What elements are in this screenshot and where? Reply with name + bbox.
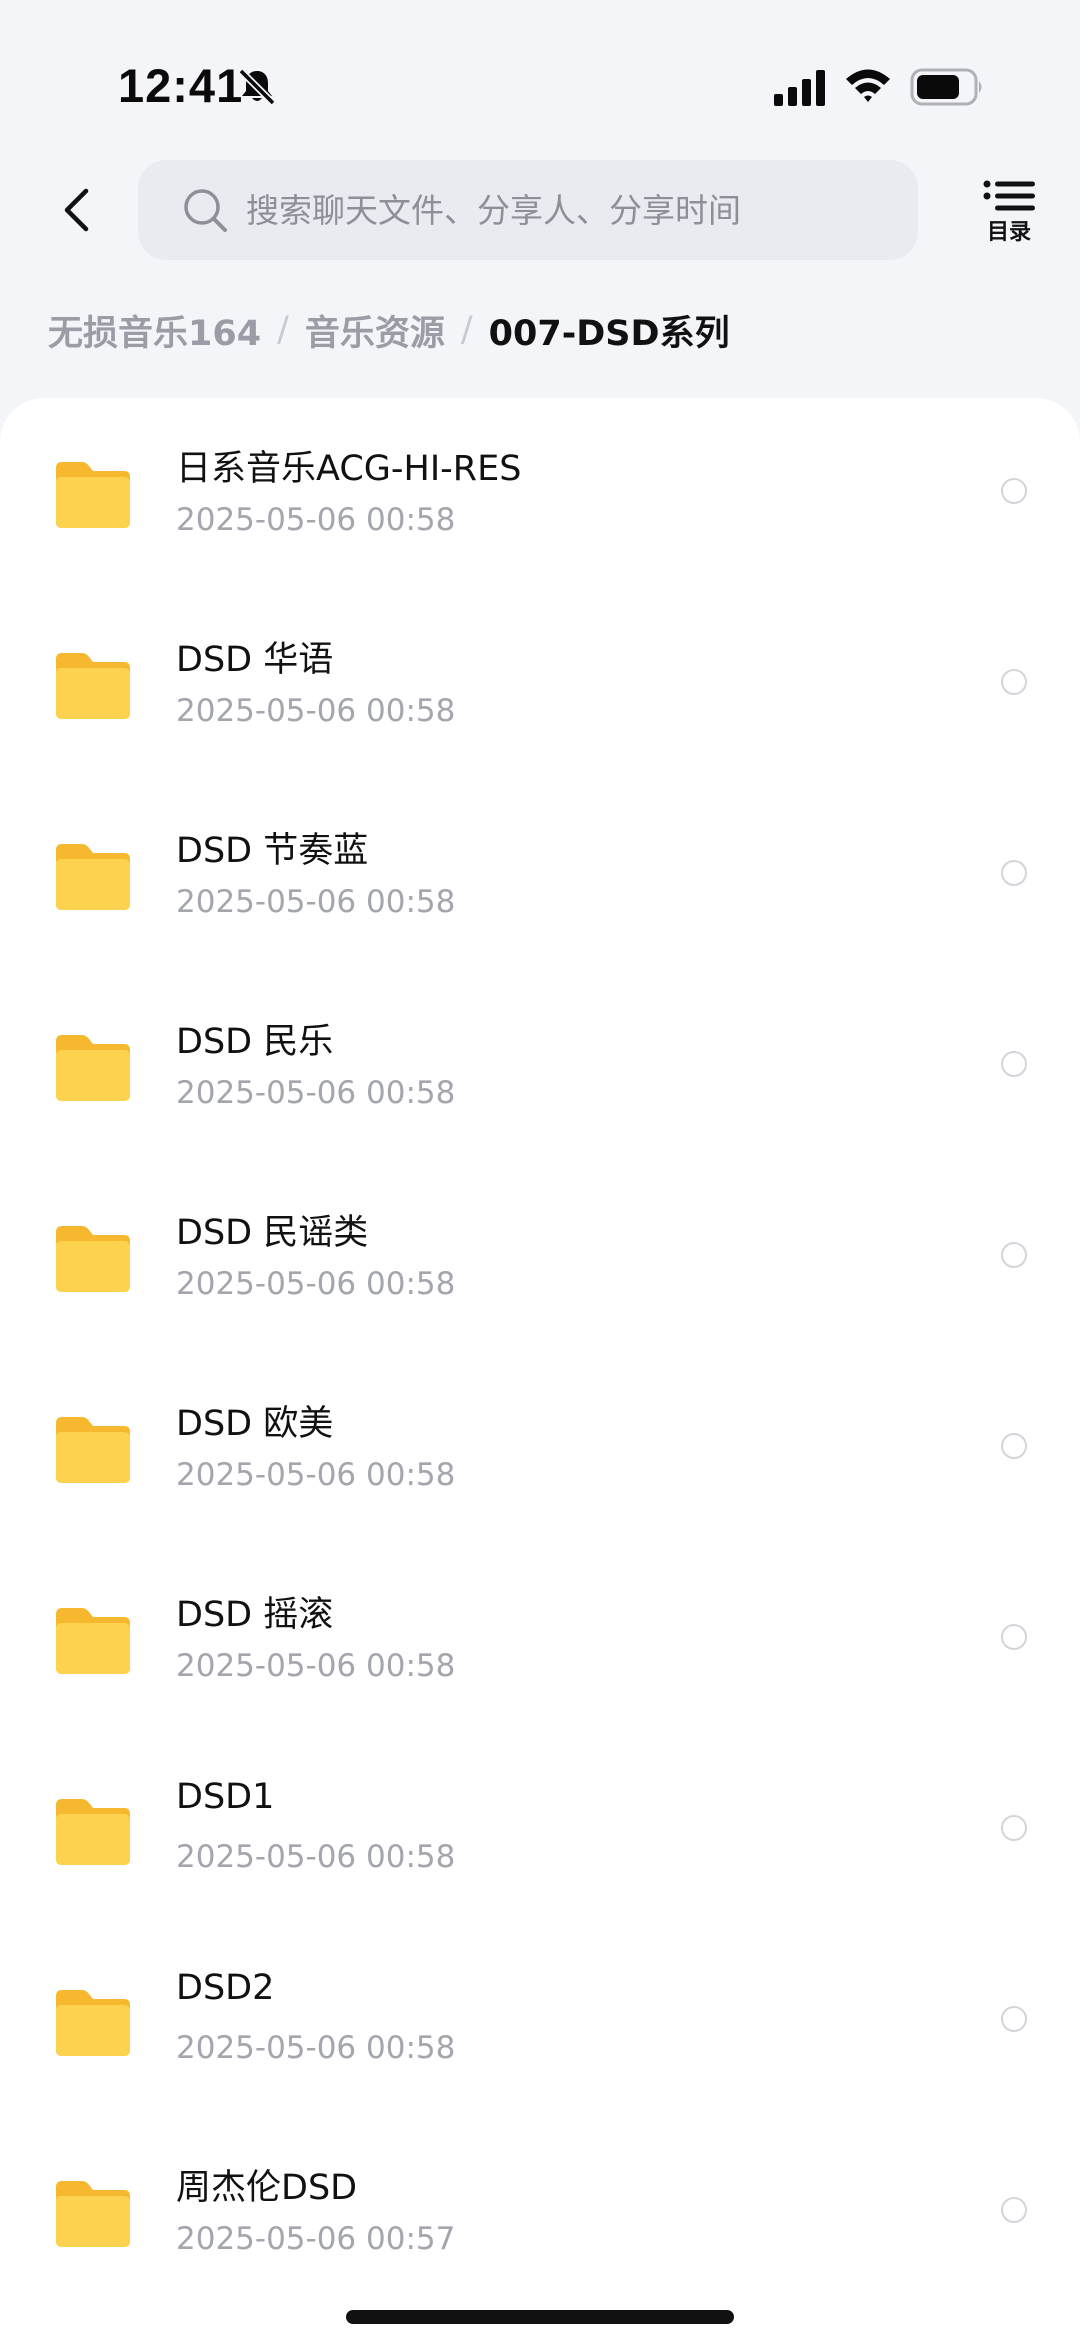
file-list: 日系音乐ACG-HI-RES 2025-05-06 00:58 DSD 华语 2… [0, 398, 1080, 2348]
file-date: 2025-05-06 00:58 [176, 1075, 456, 1111]
chevron-left-icon [64, 188, 89, 232]
list-icon [983, 180, 1035, 211]
select-radio[interactable] [1001, 478, 1027, 504]
list-item[interactable]: DSD 民谣类 2025-05-06 00:58 [0, 1162, 1080, 1352]
select-radio[interactable] [1001, 1815, 1027, 1841]
folder-icon [56, 1990, 130, 2056]
select-radio[interactable] [1001, 2197, 1027, 2223]
file-date: 2025-05-06 00:58 [176, 2030, 456, 2066]
select-radio[interactable] [1001, 1433, 1027, 1459]
list-item[interactable]: DSD 民乐 2025-05-06 00:58 [0, 971, 1080, 1161]
breadcrumb-item[interactable]: 无损音乐164 [48, 305, 261, 356]
breadcrumb-item[interactable]: 音乐资源 [305, 305, 445, 356]
folder-icon [56, 1226, 130, 1292]
breadcrumb-separator: / [460, 310, 473, 350]
folder-icon [56, 653, 130, 719]
list-item[interactable]: 周杰伦DSD 2025-05-06 00:57 [0, 2117, 1080, 2307]
file-date: 2025-05-06 00:58 [176, 693, 456, 729]
folder-icon [56, 1799, 130, 1865]
file-name: DSD 摇滚 [176, 1595, 334, 1635]
file-name: DSD 民乐 [176, 1022, 334, 1062]
list-item[interactable]: DSD 节奏蓝 2025-05-06 00:58 [0, 780, 1080, 970]
select-radio[interactable] [1001, 1624, 1027, 1650]
wifi-icon [846, 69, 890, 102]
breadcrumb: 无损音乐164 / 音乐资源 / 007-DSD系列 [48, 300, 730, 360]
select-radio[interactable] [1001, 1051, 1027, 1077]
select-radio[interactable] [1001, 2006, 1027, 2032]
list-item[interactable]: DSD2 2025-05-06 00:58 [0, 1926, 1080, 2116]
file-date: 2025-05-06 00:58 [176, 502, 456, 538]
file-date: 2025-05-06 00:58 [176, 1457, 456, 1493]
battery-icon [910, 68, 982, 106]
status-time: 12:41 [118, 59, 244, 112]
search-box[interactable] [138, 160, 918, 260]
top-header: 目录 [0, 150, 1080, 280]
folder-icon [56, 462, 130, 528]
file-name: DSD 民谣类 [176, 1213, 369, 1253]
file-name: 周杰伦DSD [176, 2168, 358, 2208]
list-item[interactable]: DSD 华语 2025-05-06 00:58 [0, 589, 1080, 779]
folder-icon [56, 1417, 130, 1483]
cellular-signal-icon [774, 70, 825, 106]
file-date: 2025-05-06 00:57 [176, 2221, 456, 2257]
breadcrumb-current: 007-DSD系列 [488, 313, 730, 354]
breadcrumb-separator: / [277, 310, 289, 350]
folder-icon [56, 844, 130, 910]
folder-icon [56, 2181, 130, 2247]
file-name: DSD 欧美 [176, 1404, 334, 1444]
select-radio[interactable] [1001, 669, 1027, 695]
file-name: DSD1 [176, 1777, 275, 1817]
toc-label: 目录 [986, 220, 1031, 245]
list-item[interactable]: DSD 摇滚 2025-05-06 00:58 [0, 1544, 1080, 1734]
file-name: DSD 华语 [176, 640, 334, 680]
file-date: 2025-05-06 00:58 [176, 1839, 456, 1875]
list-item[interactable]: DSD 欧美 2025-05-06 00:58 [0, 1353, 1080, 1543]
list-item[interactable]: DSD1 2025-05-06 00:58 [0, 1735, 1080, 1925]
back-button[interactable] [50, 180, 102, 240]
file-date: 2025-05-06 00:58 [176, 884, 456, 920]
toc-button[interactable]: 目录 [978, 180, 1040, 260]
list-item[interactable]: 日系音乐ACG-HI-RES 2025-05-06 00:58 [0, 398, 1080, 588]
file-name: DSD 节奏蓝 [176, 831, 369, 871]
search-icon [184, 189, 227, 232]
folder-icon [56, 1608, 130, 1674]
select-radio[interactable] [1001, 860, 1027, 886]
file-date: 2025-05-06 00:58 [176, 1648, 456, 1684]
file-name: 日系音乐ACG-HI-RES [176, 449, 522, 489]
folder-icon [56, 1035, 130, 1101]
select-radio[interactable] [1001, 1242, 1027, 1268]
status-bar: 12:41 [0, 0, 1080, 150]
file-date: 2025-05-06 00:58 [176, 1266, 456, 1302]
file-name: DSD2 [176, 1968, 275, 2008]
search-input[interactable] [244, 189, 888, 231]
home-indicator[interactable] [346, 2310, 734, 2324]
bell-slash-icon [238, 68, 276, 106]
